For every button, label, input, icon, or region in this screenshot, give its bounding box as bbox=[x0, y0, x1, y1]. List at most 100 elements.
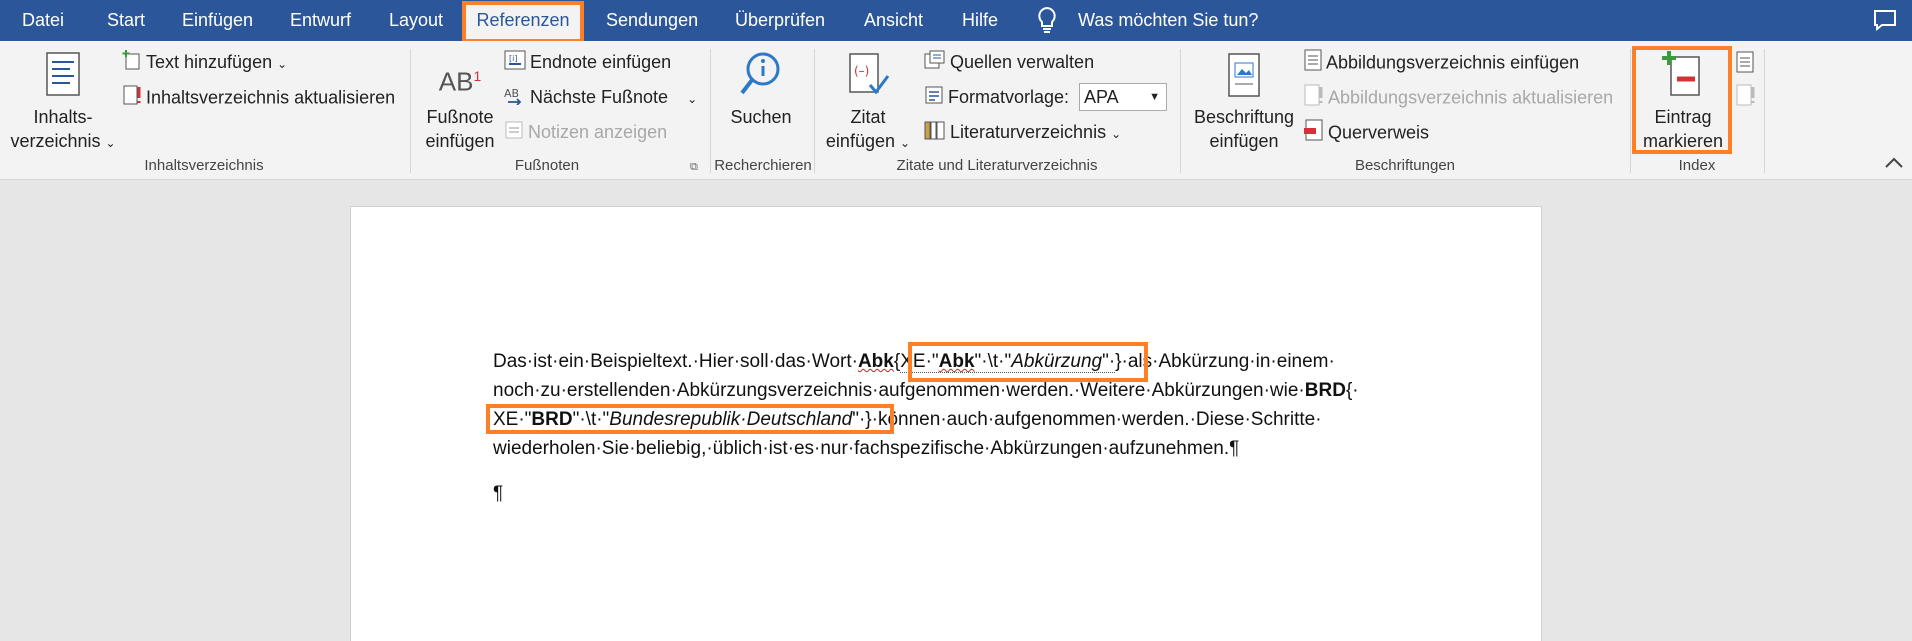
tab-layout[interactable]: Layout bbox=[389, 0, 443, 41]
footnote-icon: AB1 bbox=[438, 66, 482, 97]
update-table-icon bbox=[1304, 84, 1324, 113]
lightbulb-icon[interactable] bbox=[1036, 6, 1058, 39]
caption-label-2: einfügen bbox=[1209, 131, 1279, 151]
field-switch: "·\t·" bbox=[572, 409, 610, 430]
insert-endnote-button[interactable]: [i] Endnote einfügen bbox=[504, 49, 671, 75]
field-entry: Abk bbox=[938, 351, 975, 372]
insert-citation-button[interactable]: (–) Zitat einfügen ⌄ bbox=[822, 51, 914, 155]
update-toc-button[interactable]: Inhaltsverzeichnis aktualisieren bbox=[122, 84, 395, 110]
toc-label-1: Inhalts- bbox=[33, 107, 93, 127]
group-label-toc: Inhaltsverzeichnis bbox=[144, 157, 264, 174]
update-table-of-figures-button: Abbildungsverzeichnis aktualisieren bbox=[1304, 84, 1613, 110]
mark-entry-label-1: Eintrag bbox=[1654, 107, 1712, 127]
update-index-icon bbox=[1736, 84, 1756, 111]
search-icon bbox=[718, 51, 804, 105]
caption-label-1: Beschriftung bbox=[1193, 107, 1295, 127]
tab-datei[interactable]: Datei bbox=[22, 0, 64, 41]
field-entry: BRD bbox=[531, 409, 573, 430]
field-text: Abkürzung bbox=[1011, 351, 1103, 372]
search-label: Suchen bbox=[730, 107, 792, 127]
text-run: ·als·Abkürzung·in·einem· bbox=[1121, 351, 1335, 372]
search-button[interactable]: Suchen bbox=[718, 51, 804, 129]
insert-caption-icon bbox=[1188, 51, 1300, 105]
tab-ansicht[interactable]: Ansicht bbox=[864, 0, 923, 41]
xe-field-abk[interactable]: XE·"Abk"·\t·"Abkürzung"· bbox=[900, 351, 1116, 373]
insert-footnote-button[interactable]: AB1 Fußnote einfügen bbox=[418, 51, 502, 153]
insert-table-of-figures-button[interactable]: Abbildungsverzeichnis einfügen bbox=[1304, 49, 1579, 75]
footnote-label-1: Fußnote bbox=[426, 107, 494, 127]
svg-text:(–): (–) bbox=[854, 64, 869, 78]
group-label-footnotes: Fußnoten bbox=[514, 157, 580, 174]
svg-text:[i]: [i] bbox=[509, 54, 517, 63]
separator bbox=[1630, 49, 1631, 173]
field-code: "·} bbox=[852, 409, 872, 430]
style-dropdown[interactable]: APA ▼ bbox=[1079, 83, 1167, 111]
tab-referenzen[interactable]: Referenzen bbox=[466, 4, 580, 41]
tab-start[interactable]: Start bbox=[107, 0, 145, 41]
bibliography-button[interactable]: Literaturverzeichnis ⌄ bbox=[924, 119, 1121, 145]
ribbon-tab-bar: Datei Start Einfügen Entwurf Layout Refe… bbox=[0, 0, 1912, 41]
next-footnote-button[interactable]: AB Nächste Fußnote ⌄ bbox=[504, 84, 697, 110]
bold-word-abk: Abk bbox=[857, 351, 894, 372]
table-of-figures-icon bbox=[1304, 49, 1322, 78]
show-notes-button: Notizen anzeigen bbox=[504, 119, 667, 145]
show-notes-icon bbox=[504, 120, 524, 147]
next-footnote-icon: AB bbox=[504, 85, 526, 112]
cross-reference-icon bbox=[1304, 119, 1324, 148]
tab-ueberpruefen[interactable]: Überprüfen bbox=[735, 0, 825, 41]
update-toc-icon bbox=[122, 84, 142, 113]
doc-line-1: Das·ist·ein·Beispieltext.·Hier·soll·das·… bbox=[493, 347, 1335, 376]
xe-field-brd[interactable]: XE·"BRD"·\t·"Bundesrepublik·Deutschland"… bbox=[493, 409, 872, 431]
mark-entry-button[interactable]: Eintrag markieren bbox=[1638, 51, 1728, 153]
field-switch: "·\t·" bbox=[974, 351, 1012, 372]
doc-line-3: XE·"BRD"·\t·"Bundesrepublik·Deutschland"… bbox=[493, 405, 1322, 434]
citation-label-1: Zitat bbox=[850, 107, 886, 127]
insert-index-icon[interactable] bbox=[1736, 51, 1754, 78]
doc-line-4: wiederholen·Sie·beliebig,·üblich·ist·es·… bbox=[493, 438, 1240, 459]
doc-line-2: noch·zu·erstellenden·Abkürzungsverzeichn… bbox=[493, 376, 1359, 405]
tab-hilfe[interactable]: Hilfe bbox=[962, 0, 998, 41]
separator bbox=[710, 49, 711, 173]
separator bbox=[814, 49, 815, 173]
toc-icon bbox=[8, 51, 118, 105]
footnote-label-2: einfügen bbox=[425, 131, 495, 151]
style-selector: Formatvorlage: bbox=[924, 84, 1069, 110]
text-run: ·können·auch·aufgenommen·werden.·Diese·S… bbox=[871, 409, 1322, 430]
collapse-ribbon-icon[interactable] bbox=[1884, 155, 1904, 174]
style-icon bbox=[924, 85, 944, 112]
insert-citation-icon: (–) bbox=[822, 51, 914, 105]
field-code: "· bbox=[1102, 351, 1116, 372]
separator bbox=[1180, 49, 1181, 173]
separator bbox=[1764, 49, 1765, 173]
manage-sources-icon bbox=[924, 50, 946, 77]
tab-entwurf[interactable]: Entwurf bbox=[290, 0, 351, 41]
chevron-down-icon: ▼ bbox=[1149, 91, 1160, 103]
group-label-research: Recherchieren bbox=[714, 157, 812, 174]
field-brace: {· bbox=[1345, 380, 1359, 401]
field-code: XE·" bbox=[900, 351, 939, 372]
group-label-index: Index bbox=[1678, 157, 1716, 174]
add-text-button[interactable]: Text hinzufügen ⌄ bbox=[122, 49, 287, 75]
add-text-icon bbox=[122, 49, 142, 77]
svg-text:AB: AB bbox=[504, 87, 519, 100]
field-text: Bundesrepublik·Deutschland bbox=[609, 409, 853, 430]
manage-sources-button[interactable]: Quellen verwalten bbox=[924, 49, 1094, 75]
tab-einfuegen[interactable]: Einfügen bbox=[182, 0, 253, 41]
text-run: Das·ist·ein·Beispieltext.·Hier·soll·das·… bbox=[493, 351, 858, 372]
bibliography-icon bbox=[924, 120, 946, 147]
footnotes-dialog-launcher-icon[interactable]: ⧉ bbox=[690, 161, 698, 174]
endnote-icon: [i] bbox=[504, 50, 526, 77]
cross-reference-button[interactable]: Querverweis bbox=[1304, 119, 1429, 145]
tab-sendungen[interactable]: Sendungen bbox=[606, 0, 698, 41]
citation-label-2: einfügen ⌄ bbox=[825, 131, 911, 151]
toc-button[interactable]: Inhalts- verzeichnis ⌄ bbox=[8, 51, 118, 155]
document-page[interactable]: Das·ist·ein·Beispieltext.·Hier·soll·das·… bbox=[350, 206, 1542, 641]
group-label-citations: Zitate und Literaturverzeichnis bbox=[896, 157, 1098, 174]
tell-me-search[interactable]: Was möchten Sie tun? bbox=[1078, 0, 1258, 41]
separator bbox=[410, 49, 411, 173]
group-label-captions: Beschriftungen bbox=[1354, 157, 1456, 174]
comments-icon[interactable] bbox=[1873, 9, 1897, 36]
bold-word-brd: BRD bbox=[1304, 380, 1346, 401]
insert-caption-button[interactable]: Beschriftung einfügen bbox=[1188, 51, 1300, 153]
text-run: noch·zu·erstellenden·Abkürzungsverzeichn… bbox=[493, 380, 1305, 401]
